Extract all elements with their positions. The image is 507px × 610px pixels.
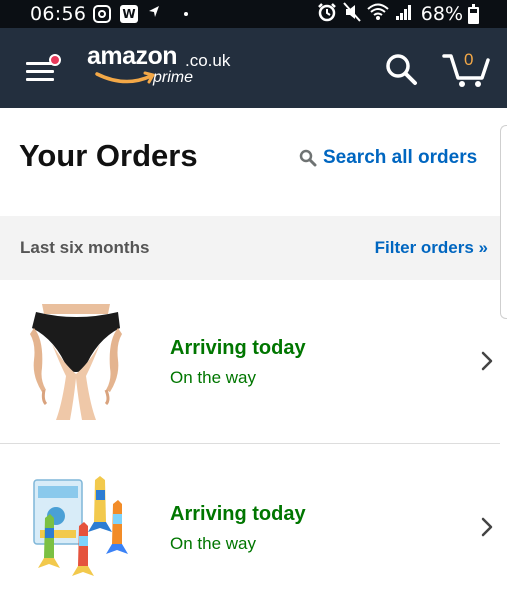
logo-domain: .co.uk [185,51,231,70]
w-app-icon: W [120,5,138,23]
search-all-orders-link[interactable]: Search all orders [299,147,477,169]
page-title: Your Orders [19,138,198,173]
app-header: amazon .co.uk prime 0 [0,28,507,108]
navigation-icon [147,5,161,23]
menu-icon-line [26,78,54,81]
title-row: Your Orders Search all orders [0,108,507,216]
battery-icon [468,4,479,24]
filter-row: Last six months Filter orders » [0,216,500,280]
search-icon [386,54,417,85]
period-label: Last six months [20,238,150,257]
status-right-icons: 68% [317,2,463,26]
amazon-prime-logo[interactable]: amazon .co.uk prime [87,42,247,94]
filter-orders-link[interactable]: Filter orders » [375,238,488,258]
status-bar: 06:56 W 68% [0,0,507,28]
status-time: 06:56 [30,3,87,25]
search-all-orders-label: Search all orders [323,147,478,168]
order-status: Arriving today [170,337,306,359]
order-row[interactable]: Arriving today On the way [0,446,500,610]
menu-button[interactable] [22,50,64,86]
notification-dot [49,54,61,66]
chevron-right-icon [481,517,493,537]
menu-icon-line [26,70,54,73]
search-button[interactable] [384,52,418,86]
product-thumbnail-briefs [22,304,130,420]
logo-prime: prime [153,69,194,86]
instagram-icon [93,5,111,23]
wifi-icon [367,3,389,25]
dot-icon [184,12,188,16]
order-row[interactable]: Arriving today On the way [0,280,500,444]
order-substatus: On the way [170,534,256,553]
search-icon [299,149,317,167]
order-substatus: On the way [170,368,256,387]
product-thumbnail-dive-toys [22,470,130,586]
chevron-right-icon [481,351,493,371]
alarm-icon [317,2,337,26]
signal-icon [395,3,413,25]
cart-count: 0 [464,50,474,69]
battery-percent: 68% [420,3,463,25]
smile-arrow-icon [95,71,155,84]
briefs-product-image [30,304,122,420]
scroll-indicator[interactable] [500,125,507,319]
logo-word: amazon [87,42,178,70]
status-left-icons: W [93,4,188,24]
mute-icon [343,2,361,26]
cart-button[interactable]: 0 [442,46,492,88]
order-status: Arriving today [170,503,306,525]
dive-toys-product-image [33,476,128,576]
